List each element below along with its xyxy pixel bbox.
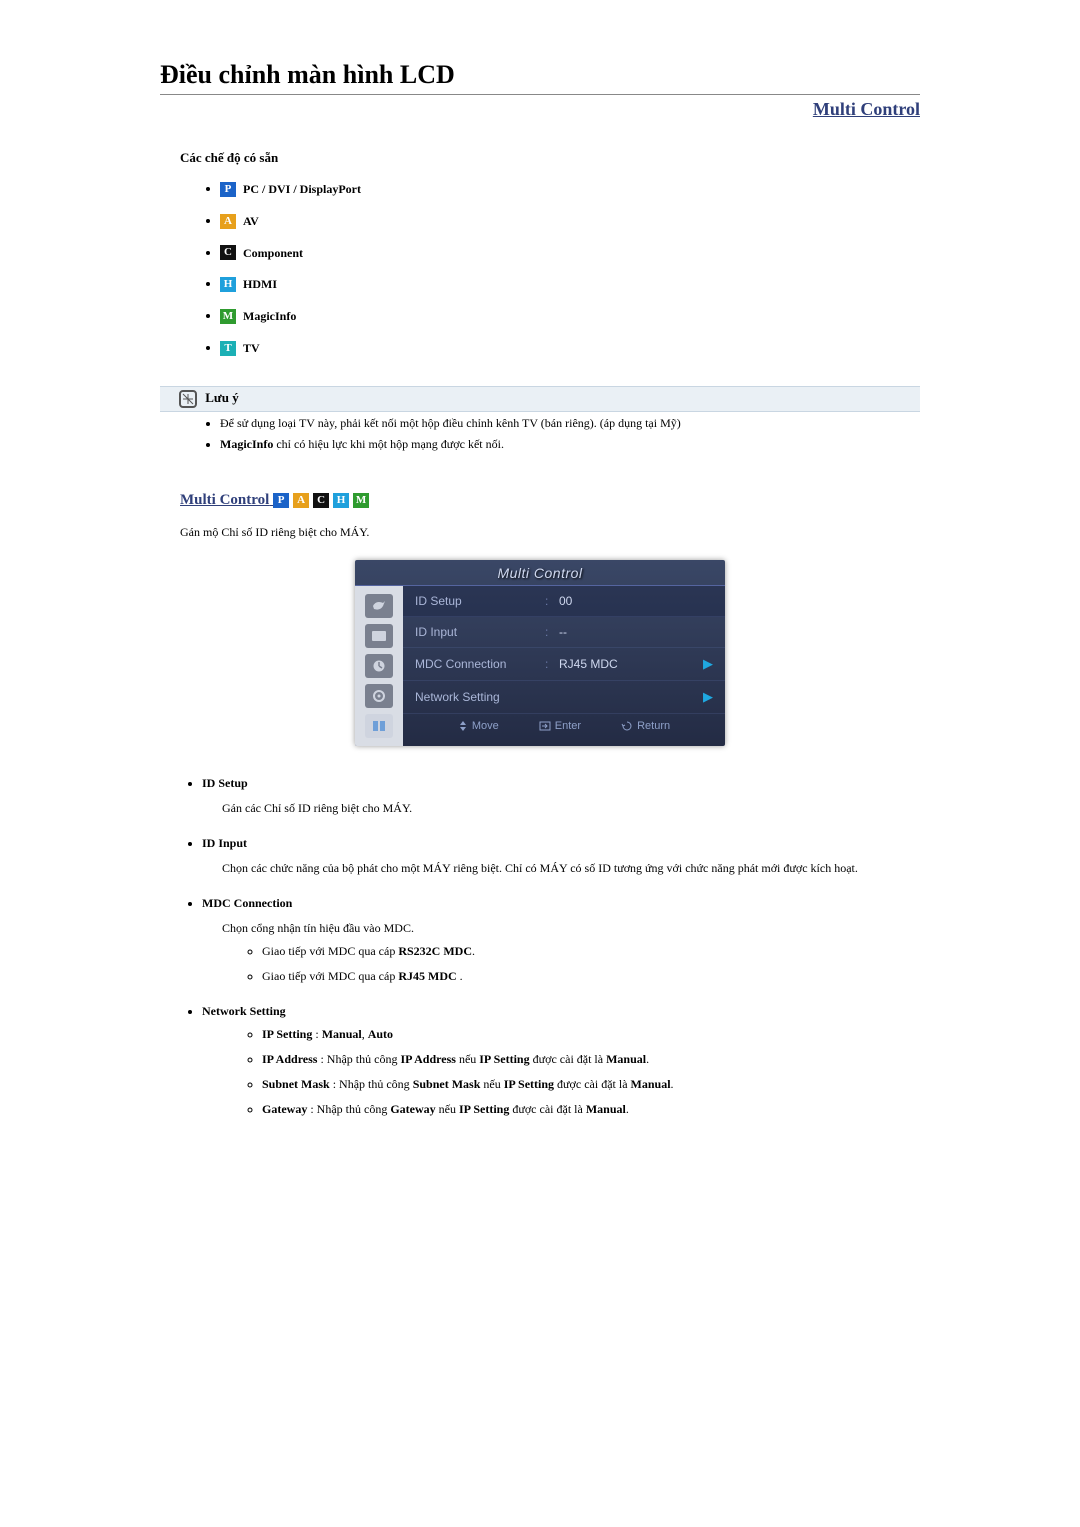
- mdc-sub-rs232c: Giao tiếp với MDC qua cáp RS232C MDC.: [262, 944, 920, 959]
- page-title: Điều chỉnh màn hình LCD: [160, 60, 920, 90]
- mode-hdmi-label: HDMI: [243, 277, 277, 291]
- c-icon: C: [220, 245, 236, 260]
- osd-mdc-label: MDC Connection: [415, 657, 545, 671]
- mode-pc-label: PC / DVI / DisplayPort: [243, 182, 361, 196]
- osd-footer: Move Enter Return: [403, 714, 725, 740]
- modes-heading: Các chế độ có sẵn: [180, 150, 920, 166]
- modes-list: P PC / DVI / DisplayPort A AV C Componen…: [220, 181, 920, 356]
- osd-id-input-label: ID Input: [415, 625, 545, 639]
- mode-av-label: AV: [243, 214, 259, 228]
- note-heading: Lưu ý: [205, 389, 238, 404]
- mode-pc: P PC / DVI / DisplayPort: [220, 181, 920, 197]
- item-mdc-connection: MDC Connection Chọn cổng nhận tín hiệu đ…: [202, 896, 920, 984]
- m-icon: M: [353, 493, 369, 508]
- osd-id-input-value: --: [559, 625, 713, 639]
- a-icon: A: [293, 493, 309, 508]
- osd-return-hint: Return: [621, 720, 670, 732]
- net-ip-address: IP Address : Nhập thủ công IP Address nế…: [262, 1052, 920, 1067]
- mode-magicinfo-label: MagicInfo: [243, 309, 296, 323]
- a-icon: A: [220, 214, 236, 229]
- osd-picture-icon[interactable]: [365, 624, 393, 648]
- item-id-input: ID Input Chọn các chức năng của bộ phát …: [202, 836, 920, 876]
- mode-av: A AV: [220, 213, 920, 229]
- h-icon: H: [220, 277, 236, 292]
- divider: [160, 94, 920, 95]
- net-subnet-mask: Subnet Mask : Nhập thủ công Subnet Mask …: [262, 1077, 920, 1092]
- osd-sidebar: [355, 586, 403, 746]
- osd-panel: Multi Control ID Setup : 00 ID Input :: [355, 560, 725, 746]
- mode-component-label: Component: [243, 245, 303, 259]
- chevron-right-icon: ▶: [703, 689, 713, 705]
- mode-hdmi: H HDMI: [220, 276, 920, 292]
- mode-component: C Component: [220, 245, 920, 261]
- mode-magicinfo: M MagicInfo: [220, 308, 920, 324]
- note-list: Để sử dụng loại TV này, phải kết nối một…: [220, 416, 920, 452]
- osd-row-network-setting[interactable]: Network Setting ▶: [403, 681, 725, 714]
- section-link-multi-control[interactable]: Multi Control: [160, 99, 920, 120]
- mdc-head: MDC Connection: [202, 896, 292, 910]
- osd-row-mdc-connection[interactable]: MDC Connection : RJ45 MDC ▶: [403, 648, 725, 681]
- osd-mdc-value: RJ45 MDC: [559, 657, 703, 671]
- mode-tv-label: TV: [243, 341, 260, 355]
- net-ip-setting: IP Setting : Manual, Auto: [262, 1027, 920, 1042]
- item-network-setting: Network Setting IP Setting : Manual, Aut…: [202, 1004, 920, 1117]
- t-icon: T: [220, 341, 236, 356]
- net-gateway: Gateway : Nhập thủ công Gateway nếu IP S…: [262, 1102, 920, 1117]
- osd-id-setup-label: ID Setup: [415, 594, 545, 608]
- c-icon: C: [313, 493, 329, 508]
- note-line2-strong: MagicInfo: [220, 437, 273, 451]
- m-icon: M: [220, 309, 236, 324]
- mdc-sub-rj45: Giao tiếp với MDC qua cáp RJ45 MDC .: [262, 969, 920, 984]
- id-input-head: ID Input: [202, 836, 247, 850]
- osd-tool-icon[interactable]: [365, 594, 393, 618]
- id-setup-head: ID Setup: [202, 776, 248, 790]
- multi-control-desc: Gán mộ Chỉ số ID riêng biệt cho MÁY.: [180, 525, 920, 540]
- note-icon: [178, 389, 198, 409]
- note-line1: Để sử dụng loại TV này, phải kết nối một…: [220, 416, 920, 431]
- p-icon: P: [220, 182, 236, 197]
- osd-row-id-input[interactable]: ID Input : --: [403, 617, 725, 648]
- multi-control-heading: Multi Control PACHM: [180, 492, 920, 509]
- p-icon: P: [273, 493, 289, 508]
- osd-enter-hint: Enter: [539, 720, 581, 732]
- osd-multicontrol-icon[interactable]: [365, 714, 393, 738]
- mdc-desc: Chọn cổng nhận tín hiệu đầu vào MDC.: [222, 921, 920, 936]
- net-head: Network Setting: [202, 1004, 286, 1018]
- osd-id-setup-value: 00: [559, 594, 713, 608]
- osd-row-id-setup[interactable]: ID Setup : 00: [403, 586, 725, 617]
- item-id-setup: ID Setup Gán các Chỉ số ID riêng biệt ch…: [202, 776, 920, 816]
- osd-move-hint: Move: [458, 720, 499, 732]
- osd-setup-icon[interactable]: [365, 684, 393, 708]
- chevron-right-icon: ▶: [703, 656, 713, 672]
- h-icon: H: [333, 493, 349, 508]
- osd-time-icon[interactable]: [365, 654, 393, 678]
- id-setup-desc: Gán các Chỉ số ID riêng biệt cho MÁY.: [222, 801, 920, 816]
- settings-list: ID Setup Gán các Chỉ số ID riêng biệt ch…: [202, 776, 920, 1117]
- id-input-desc: Chọn các chức năng của bộ phát cho một M…: [222, 861, 920, 876]
- osd-net-label: Network Setting: [415, 690, 545, 704]
- note-bar: Lưu ý: [160, 386, 920, 412]
- mode-tv: T TV: [220, 340, 920, 356]
- osd-rows: ID Setup : 00 ID Input : -- MDC Connecti…: [403, 586, 725, 746]
- note-line2-rest: chỉ có hiệu lực khi một hộp mạng được kế…: [273, 437, 504, 451]
- multi-control-heading-text: Multi Control: [180, 492, 269, 508]
- note-line2: MagicInfo chỉ có hiệu lực khi một hộp mạ…: [220, 437, 920, 452]
- osd-title: Multi Control: [355, 560, 725, 586]
